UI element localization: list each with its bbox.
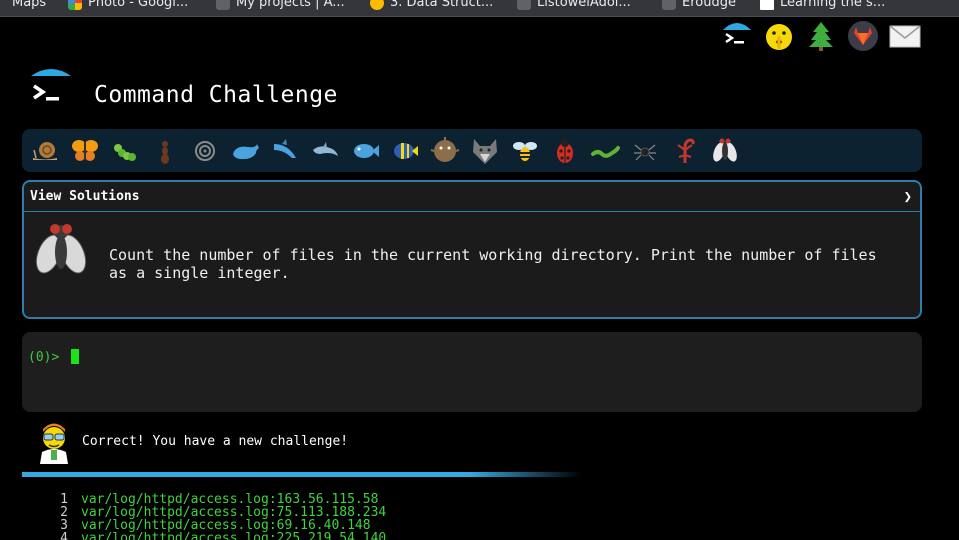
- wolf-icon[interactable]: [468, 134, 502, 168]
- shell-icon[interactable]: [188, 134, 222, 168]
- terminal-cursor: [71, 349, 79, 364]
- result-message: Correct! You have a new challenge!: [82, 434, 349, 449]
- fly-icon[interactable]: [708, 134, 742, 168]
- line-text: var/log/httpd/access.log:225.219.54.140: [81, 531, 387, 540]
- bookmark-data-struct[interactable]: 3. Data Struct...: [370, 0, 493, 10]
- bookmark-listowel[interactable]: ListowelAdol...: [517, 0, 631, 10]
- gitlab-icon[interactable]: [847, 20, 879, 52]
- bee-icon[interactable]: [508, 134, 542, 168]
- line-number: 4: [60, 531, 68, 540]
- whale-icon[interactable]: [228, 134, 262, 168]
- output-line: 4 var/log/httpd/access.log:225.219.54.140: [50, 532, 386, 540]
- view-solutions-toggle[interactable]: View Solutions ❯: [24, 182, 920, 212]
- document-icon: [760, 0, 774, 10]
- tropical-fish-icon[interactable]: [388, 134, 422, 168]
- fly-icon: [34, 222, 88, 278]
- terminal-input[interactable]: (0)>: [22, 332, 922, 412]
- bookmark-learning[interactable]: Learning the s...: [760, 0, 885, 10]
- bookmark-eroudge[interactable]: Eroudge: [662, 0, 736, 10]
- site-icon: [662, 0, 676, 10]
- site-logo[interactable]: [28, 66, 74, 112]
- scorpion-icon[interactable]: [668, 134, 702, 168]
- mail-icon[interactable]: [889, 20, 921, 52]
- folder-icon: [216, 0, 230, 10]
- scientist-avatar-icon: [34, 420, 74, 464]
- terminal-umbrella-icon[interactable]: [721, 20, 753, 52]
- challenge-description: Count the number of files in the current…: [109, 246, 877, 282]
- page-title: Command Challenge: [94, 82, 338, 108]
- snail-icon[interactable]: [28, 134, 62, 168]
- bookmarks-bar: Maps Photo - Googl... My projects | A...…: [0, 0, 959, 17]
- butterfly-icon[interactable]: [68, 134, 102, 168]
- python-icon: [370, 0, 384, 10]
- site-icon: [517, 0, 531, 10]
- shark-icon[interactable]: [268, 134, 302, 168]
- bookmark-my-projects[interactable]: My projects | A...: [216, 0, 345, 10]
- spider-icon[interactable]: [628, 134, 662, 168]
- bookmark-maps[interactable]: Maps: [12, 0, 46, 10]
- emoji-shush-icon[interactable]: [763, 20, 795, 52]
- challenge-panel: View Solutions ❯ Count the number of fil…: [22, 180, 922, 319]
- ant-icon[interactable]: [148, 134, 182, 168]
- header-links: [721, 20, 921, 52]
- dolphin-icon[interactable]: [308, 134, 342, 168]
- bookmark-photo[interactable]: Photo - Googl...: [68, 0, 188, 10]
- terminal-prompt: (0)>: [28, 350, 60, 365]
- view-solutions-label: View Solutions: [30, 189, 140, 204]
- badge-strip: [22, 129, 922, 172]
- command-output: 1 var/log/httpd/access.log:163.56.115.58 …: [50, 493, 386, 540]
- caterpillar-icon[interactable]: [108, 134, 142, 168]
- pufferfish-icon[interactable]: [428, 134, 462, 168]
- photos-icon: [68, 0, 82, 10]
- tree-icon[interactable]: [805, 20, 837, 52]
- progress-divider: [22, 472, 582, 477]
- fish-icon[interactable]: [348, 134, 382, 168]
- chevron-right-icon: ❯: [903, 188, 912, 205]
- ladybug-icon[interactable]: [548, 134, 582, 168]
- worm-icon[interactable]: [588, 134, 622, 168]
